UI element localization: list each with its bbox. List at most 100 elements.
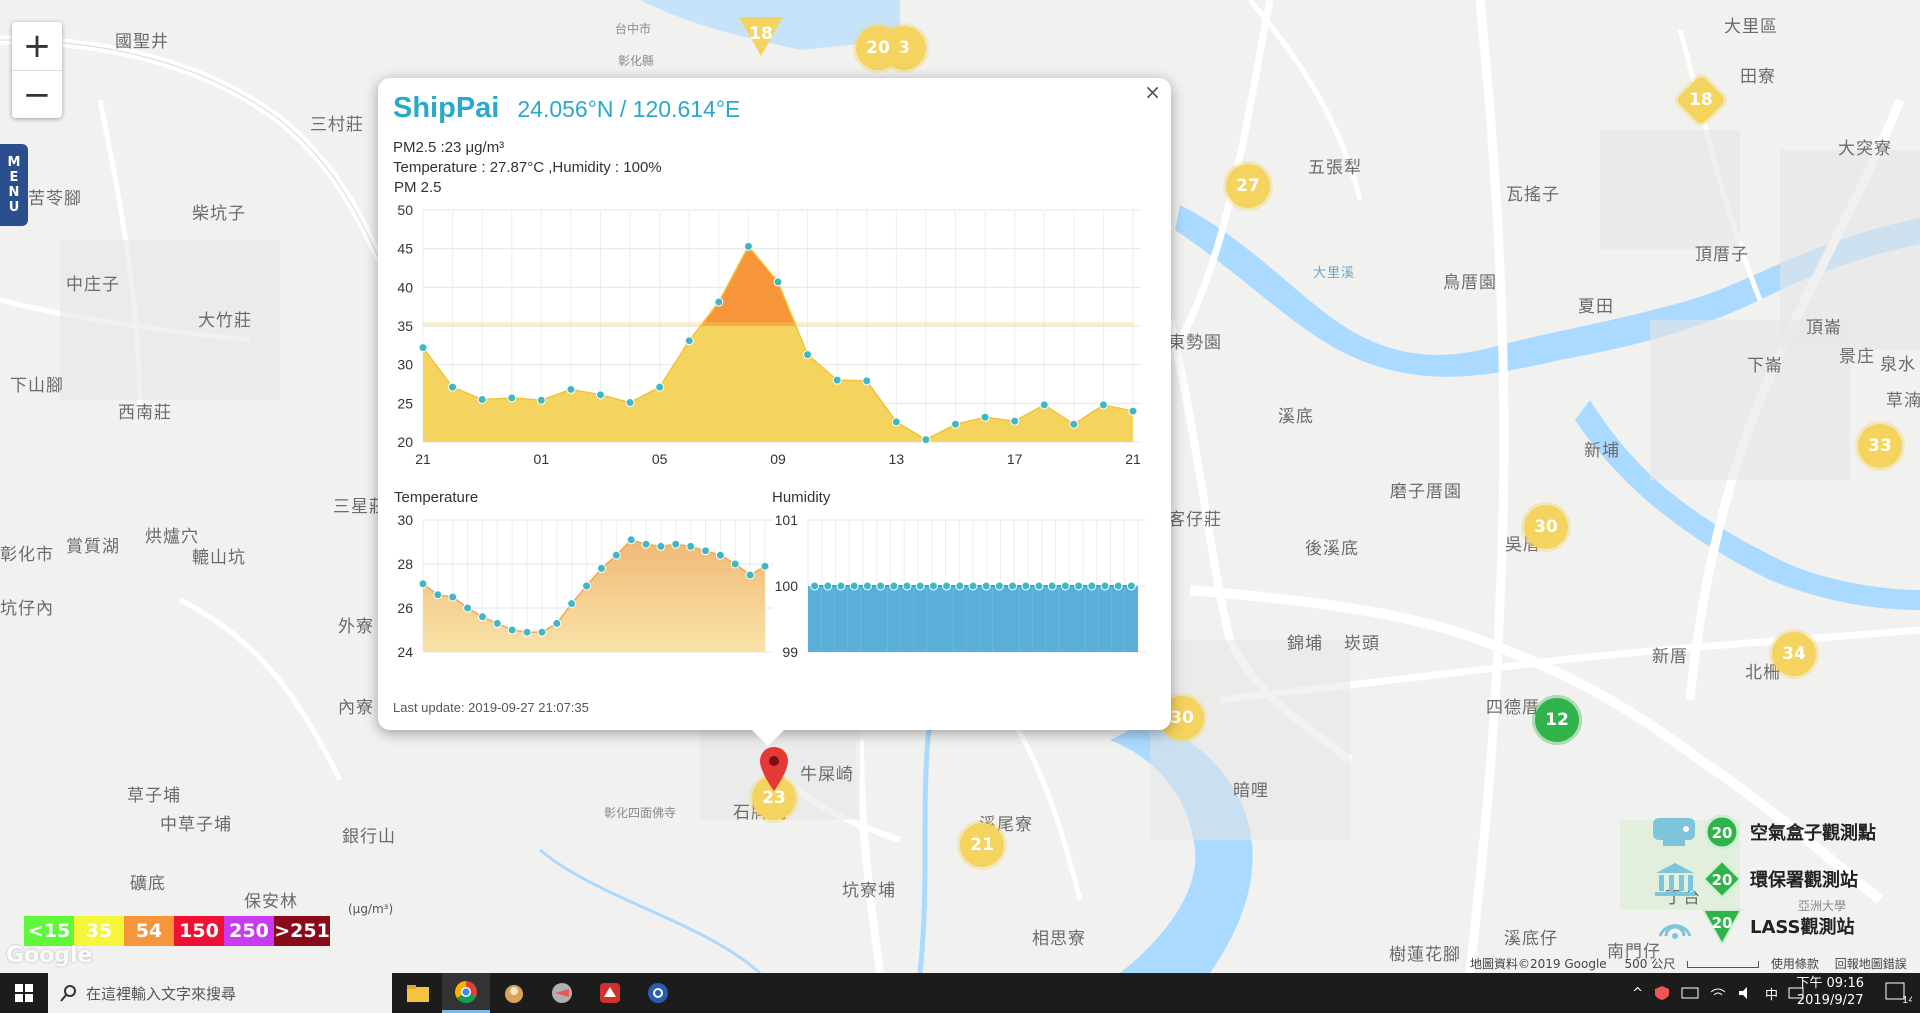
network-icon[interactable] bbox=[1681, 986, 1699, 1000]
station-marker[interactable]: 33 bbox=[1858, 424, 1902, 468]
selected-location-pin-icon[interactable] bbox=[758, 745, 790, 793]
security-shield-icon[interactable] bbox=[1653, 985, 1671, 1001]
triangle-marker-icon: 18 bbox=[739, 17, 783, 56]
speaker-icon[interactable] bbox=[1737, 986, 1755, 1000]
place-label: 大突寮 bbox=[1838, 139, 1892, 159]
place-label: 溪底 bbox=[1278, 407, 1314, 427]
map-canvas[interactable]: 國聖井 三村莊 柴坑子 中庄子 大竹莊 下山腳 西南莊 三星莊 烘爐穴 轆山坑 … bbox=[0, 0, 1920, 973]
app-button[interactable] bbox=[490, 973, 538, 1013]
y-tick-label: 25 bbox=[397, 395, 413, 411]
app-icon bbox=[600, 983, 620, 1003]
popup-tip bbox=[752, 730, 784, 746]
system-clock[interactable]: 下午 09:16 2019/9/27 bbox=[1796, 975, 1864, 1009]
popup-charts: PM 2.5 20 25 30 35 40 45 50 21 01 05 09 13 17 21 Temper… bbox=[394, 179, 1146, 660]
zoom-out-button[interactable]: − bbox=[12, 70, 62, 119]
legend-level: 150 bbox=[174, 916, 224, 946]
place-label: 相思寮 bbox=[1032, 929, 1086, 949]
map-attribution: 地圖資料©2019 Google 500 公尺 使用條款 回報地圖錯誤 bbox=[1470, 955, 1907, 972]
green-triangle-marker-icon: 20 bbox=[1701, 908, 1743, 946]
temperature-point bbox=[433, 590, 443, 600]
humidity-point bbox=[862, 581, 872, 591]
station-marker[interactable]: 21 bbox=[960, 823, 1004, 867]
temperature-point bbox=[477, 612, 487, 622]
humidity-point bbox=[1047, 581, 1057, 591]
legend-unit: (μg/m³) bbox=[348, 902, 394, 916]
map-data-credit: 地圖資料©2019 Google bbox=[1470, 957, 1607, 971]
terms-link[interactable]: 使用條款 bbox=[1771, 957, 1819, 971]
file-explorer-button[interactable] bbox=[394, 973, 442, 1013]
pm25-point bbox=[1128, 406, 1138, 416]
temperature-point bbox=[567, 599, 577, 609]
temperature-point bbox=[552, 618, 562, 628]
app-button[interactable] bbox=[586, 973, 634, 1013]
station-marker[interactable]: 30 bbox=[1524, 505, 1568, 549]
chrome-button[interactable] bbox=[442, 973, 490, 1013]
humidity-bar bbox=[1058, 586, 1072, 652]
pm25-point bbox=[921, 435, 931, 445]
zoom-in-button[interactable]: + bbox=[12, 22, 62, 70]
temperature-point bbox=[463, 603, 473, 613]
app-button[interactable] bbox=[538, 973, 586, 1013]
marker-value: 30 bbox=[1170, 708, 1194, 728]
marker-value: 18 bbox=[1689, 89, 1713, 110]
menu-letter: N bbox=[8, 185, 20, 200]
x-tick-label: 17 bbox=[1007, 451, 1023, 467]
humidity-point bbox=[1034, 581, 1044, 591]
humidity-bar bbox=[808, 586, 822, 652]
place-label: 溪底仔 bbox=[1504, 929, 1558, 949]
legend-label: 環保署觀測站 bbox=[1750, 869, 1858, 891]
y-tick-label: 30 bbox=[397, 512, 413, 528]
chevron-up-icon[interactable]: ^ bbox=[1632, 986, 1643, 1001]
y-tick-label: 100 bbox=[775, 578, 799, 594]
legend-row-epa: 20 環保署觀測站 bbox=[1650, 855, 1876, 902]
place-label: 轆山坑 bbox=[192, 548, 246, 568]
legend-level: <15 bbox=[24, 916, 74, 946]
humidity-point bbox=[889, 581, 899, 591]
pm25-point bbox=[507, 393, 517, 403]
legend-label: 空氣盒子觀測點 bbox=[1750, 822, 1876, 844]
place-label: 新厝 bbox=[1652, 647, 1688, 667]
humidity-point bbox=[1087, 581, 1097, 591]
start-button[interactable] bbox=[0, 973, 48, 1013]
station-marker[interactable]: 27 bbox=[1226, 164, 1270, 208]
humidity-point bbox=[1074, 581, 1084, 591]
station-marker[interactable]: 34 bbox=[1772, 632, 1816, 676]
temperature-point bbox=[626, 535, 636, 545]
place-label: 烘爐穴 bbox=[145, 527, 199, 547]
place-label: 後溪底 bbox=[1305, 539, 1359, 559]
marker-value: 21 bbox=[970, 835, 994, 855]
pm25-point bbox=[1039, 400, 1049, 410]
svg-text:20: 20 bbox=[1712, 824, 1733, 842]
marker-value: 12 bbox=[1545, 710, 1569, 730]
app-button[interactable] bbox=[634, 973, 682, 1013]
station-marker[interactable]: 20 bbox=[856, 26, 900, 70]
humidity-point bbox=[1021, 581, 1031, 591]
humidity-bar bbox=[887, 586, 901, 652]
pm25-point bbox=[951, 419, 960, 429]
place-label: 頂崙 bbox=[1806, 318, 1842, 338]
menu-letter: E bbox=[9, 170, 19, 185]
pm25-point bbox=[1010, 416, 1020, 426]
x-tick-label: 21 bbox=[415, 451, 431, 467]
pm25-point bbox=[773, 277, 783, 287]
report-error-link[interactable]: 回報地圖錯誤 bbox=[1835, 957, 1907, 971]
humidity-point bbox=[968, 581, 978, 591]
place-label: 銀行山 bbox=[342, 827, 396, 847]
pm25-point bbox=[832, 375, 842, 385]
pm25-point bbox=[655, 382, 665, 392]
search-placeholder: 在這裡輸入文字來搜尋 bbox=[86, 984, 237, 1003]
menu-tab-button[interactable]: MENU bbox=[0, 144, 28, 226]
wifi-icon[interactable] bbox=[1709, 986, 1727, 1000]
signal-tower-icon bbox=[1658, 923, 1692, 939]
windows-taskbar: 在這裡輸入文字來搜尋 ^ 中 下午 09:16 2019/9/27 14 bbox=[0, 973, 1920, 1013]
place-label: 大里溪 bbox=[1313, 266, 1356, 281]
station-marker[interactable]: 12 bbox=[1535, 698, 1579, 742]
svg-text:14: 14 bbox=[1902, 995, 1912, 1005]
svg-text:20: 20 bbox=[1712, 914, 1733, 932]
station-marker[interactable]: 18 bbox=[738, 16, 784, 58]
humidity-point bbox=[994, 581, 1004, 591]
notification-center-button[interactable]: 14 bbox=[1884, 981, 1915, 1006]
ime-indicator[interactable]: 中 bbox=[1765, 984, 1778, 1003]
taskbar-search-input[interactable]: 在這裡輸入文字來搜尋 bbox=[48, 973, 392, 1013]
y-tick-label: 40 bbox=[397, 279, 413, 295]
